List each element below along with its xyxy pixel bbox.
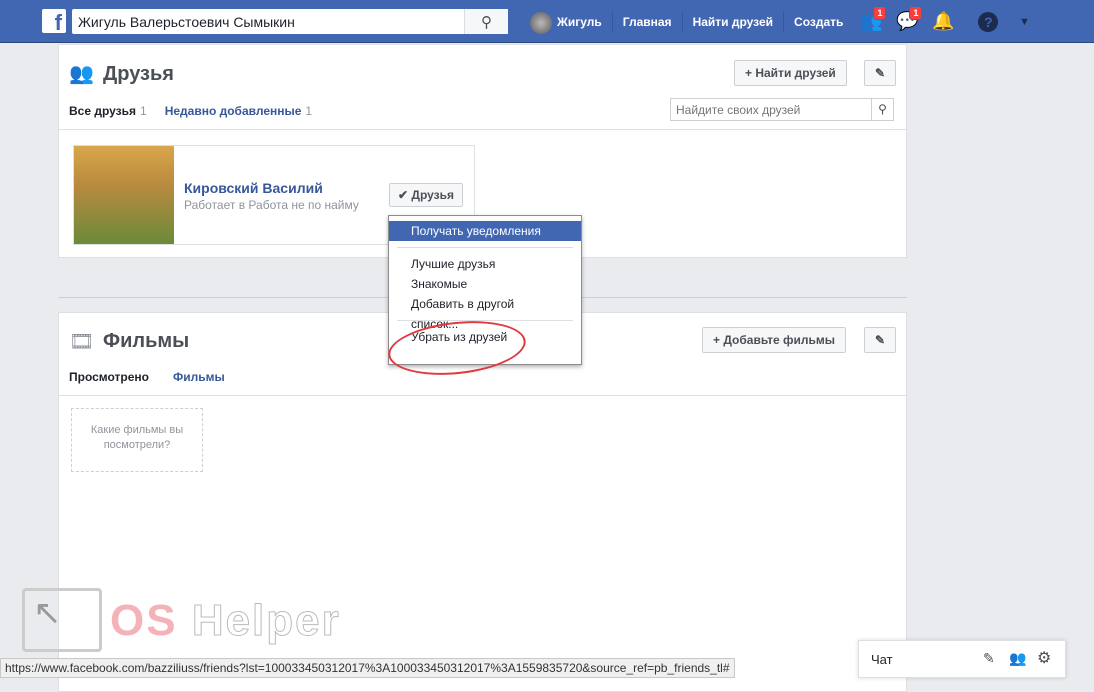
top-navigation-bar: f ⚲ Жигуль Главная Найти друзей Создать … (0, 0, 1094, 43)
group-chat-icon[interactable]: 👥 (1009, 650, 1026, 667)
edit-button[interactable]: ✎ (864, 327, 896, 353)
avatar (530, 11, 552, 34)
friends-status-button[interactable]: ✔ Друзья (389, 183, 463, 207)
account-menu-chevron-down-icon[interactable]: ▼ (1009, 10, 1039, 34)
tab-films[interactable]: Фильмы (173, 370, 225, 384)
notifications-bell-icon[interactable]: 🔔 (928, 10, 958, 34)
tab-recently-added[interactable]: Недавно добавленные 1 (165, 104, 312, 118)
nav-create[interactable]: Создать (784, 12, 853, 32)
section-title: Фильмы (103, 330, 190, 352)
friends-icon: 👥 (69, 63, 94, 85)
friend-requests-badge: 1 (873, 5, 887, 20)
search-input[interactable] (72, 9, 464, 34)
chat-bar[interactable]: Чат ✎ 👥 ⚙ (858, 640, 1066, 678)
pencil-icon: ✎ (874, 333, 886, 347)
search-icon[interactable]: ⚲ (871, 99, 893, 120)
profile-link[interactable]: Жигуль (520, 11, 613, 34)
messenger-icon[interactable]: 💬 1 (892, 5, 923, 34)
nav-find-friends[interactable]: Найти друзей (683, 11, 785, 32)
menu-item-get-notifications[interactable]: Получать уведомления (389, 221, 581, 241)
friends-tabs: Все друзья 1 Недавно добавленные 1 (69, 104, 312, 118)
menu-separator (397, 247, 573, 248)
divider (59, 395, 906, 396)
friend-name[interactable]: Кировский Василий (184, 180, 323, 196)
menu-item-acquaintances[interactable]: Знакомые (389, 274, 581, 294)
add-films-button[interactable]: + Добавьте фильмы (702, 327, 847, 353)
menu-item-close-friends[interactable]: Лучшие друзья (389, 254, 581, 274)
search-icon: ⚲ (481, 13, 492, 31)
user-name: Жигуль (557, 14, 602, 29)
films-tabs: Просмотрено Фильмы (69, 370, 225, 384)
divider (59, 129, 906, 130)
tab-all-friends[interactable]: Все друзья 1 (69, 104, 147, 118)
help-icon[interactable]: ? (973, 10, 1003, 34)
friends-search-input[interactable] (671, 99, 871, 120)
nav-home[interactable]: Главная (613, 11, 683, 32)
watermark: OS Helper (110, 596, 341, 646)
find-friends-button[interactable]: + Найти друзей (734, 60, 847, 86)
search-box: ⚲ (72, 9, 508, 34)
friend-subtitle: Работает в Работа не по найму (184, 198, 359, 212)
add-film-placeholder[interactable]: Какие фильмы вы посмотрели? (71, 408, 203, 472)
messages-badge: 1 (909, 5, 923, 20)
menu-item-add-to-list[interactable]: Добавить в другой список... (389, 294, 581, 331)
compose-icon[interactable]: ✎ (983, 650, 995, 667)
facebook-logo-icon[interactable]: f (42, 9, 66, 33)
search-button[interactable]: ⚲ (464, 9, 508, 34)
status-bar-url: https://www.facebook.com/bazziliuss/frie… (0, 658, 735, 678)
friend-photo[interactable] (74, 146, 174, 244)
friends-search: ⚲ (670, 98, 894, 121)
watermark-logo-icon: ↖ (22, 588, 102, 652)
nav-links: Жигуль Главная Найти друзей Создать 👥 1 💬… (520, 0, 1042, 43)
section-title: Друзья (103, 63, 174, 85)
chat-label: Чат (871, 652, 893, 667)
gear-icon[interactable]: ⚙ (1037, 648, 1051, 668)
tab-watched[interactable]: Просмотрено (69, 370, 149, 384)
film-icon: 🎞 (69, 331, 95, 353)
pencil-icon: ✎ (874, 66, 886, 80)
edit-button[interactable]: ✎ (864, 60, 896, 86)
check-icon: ✔ (398, 188, 409, 202)
friend-requests-icon[interactable]: 👥 1 (856, 5, 887, 34)
